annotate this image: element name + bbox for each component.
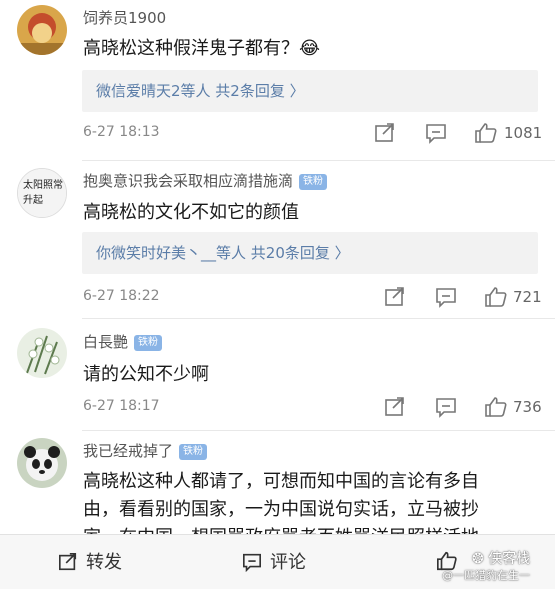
comment-icon <box>243 553 261 573</box>
username[interactable]: 饲养员1900 <box>83 7 166 28</box>
comment-button[interactable]: 评论 <box>242 535 306 589</box>
avatar[interactable] <box>17 328 67 378</box>
comment-icon[interactable] <box>435 396 457 418</box>
like-icon[interactable] <box>484 395 507 417</box>
comment-text: 高晓松的文化不如它的颜值 <box>83 202 299 223</box>
watermark-handle: @一匹猎豹在生一 <box>442 569 530 582</box>
like-icon[interactable] <box>474 121 497 143</box>
comment-text-line: 高晓松这种人都请了，可想而知中国的言论有多自 <box>83 471 479 492</box>
timestamp: 6-27 18:17 <box>83 398 160 414</box>
fan-badge: 铁粉 <box>179 444 208 460</box>
timestamp: 6-27 18:13 <box>83 124 160 140</box>
bottom-action-bar: 转发 评论 ❂ 侠客栈 @一匹猎豹在生一 <box>0 534 555 589</box>
like-icon[interactable] <box>484 285 507 307</box>
reply-summary[interactable]: 你微笑时好美丶__等人 共20条回复 〉 <box>82 232 538 274</box>
username[interactable]: 我已经戒掉了 铁粉 <box>83 440 208 461</box>
weibo-logo-icon: ❂ <box>472 551 489 567</box>
like-count: 1081 <box>504 124 543 142</box>
avatar[interactable] <box>17 438 67 488</box>
comment-item: 白長艷 铁粉 请的公知不少啊 6-27 18:17 736 <box>0 318 555 430</box>
like-count: 721 <box>513 288 542 306</box>
comment-icon[interactable] <box>435 286 457 308</box>
username[interactable]: 抱奥意识我会采取相应滴措施滴 铁粉 <box>83 170 328 191</box>
comment-text-line: 家，在中国，想国骂政府骂老百姓骂洋民照样活地 <box>83 523 479 534</box>
avatar[interactable]: 太阳照常升起 <box>17 168 67 218</box>
fan-badge: 铁粉 <box>299 174 328 190</box>
repost-icon <box>59 553 77 571</box>
comment-text-line: 由，看看别的国家，一为中国说句实话，立马被抄 <box>83 499 479 520</box>
timestamp: 6-27 18:22 <box>83 288 160 304</box>
comment-item: 太阳照常升起 抱奥意识我会采取相应滴措施滴 铁粉 高晓松的文化不如它的颜值 你微笑… <box>0 160 555 318</box>
repost-button[interactable]: 转发 <box>58 535 122 589</box>
comment-text: 请的公知不少啊 <box>83 364 209 385</box>
repost-icon[interactable] <box>384 396 406 418</box>
avatar[interactable] <box>17 5 67 55</box>
comment-item: 饲养员1900 高晓松这种假洋鬼子都有？😂 微信爱晴天2等人 共2条回复 〉 6… <box>0 0 555 160</box>
like-count: 736 <box>513 398 542 416</box>
comment-icon[interactable] <box>425 122 447 144</box>
fan-badge: 铁粉 <box>134 335 163 351</box>
repost-icon[interactable] <box>374 122 396 144</box>
avatar-text: 太阳照常升起 <box>23 180 63 206</box>
reply-summary[interactable]: 微信爱晴天2等人 共2条回复 〉 <box>82 70 538 112</box>
watermark: ❂ 侠客栈 <box>472 551 531 567</box>
repost-icon[interactable] <box>384 286 406 308</box>
comment-text: 高晓松这种假洋鬼子都有？😂 <box>83 38 321 59</box>
username[interactable]: 白長艷 铁粉 <box>83 331 163 352</box>
comment-item: 我已经戒掉了 铁粉 高晓松这种人都请了，可想而知中国的言论有多自 由，看看别的国家… <box>0 430 555 534</box>
